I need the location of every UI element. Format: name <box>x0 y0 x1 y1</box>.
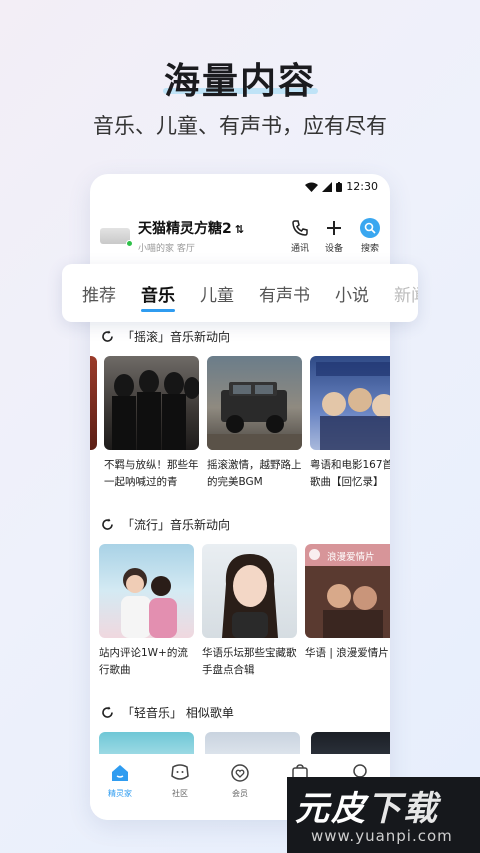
playlist-card[interactable]: 华语乐坛那些宝藏歌手盘点合辑 <box>202 544 297 679</box>
nav-label: 会员 <box>232 789 248 798</box>
album-art-collage <box>316 362 390 450</box>
band-photo <box>112 370 199 450</box>
tab-audiobook[interactable]: 有声书 <box>259 281 310 306</box>
refresh-icon <box>102 706 113 718</box>
section-header-pop[interactable]: 「流行」音乐新动向 <box>101 516 230 533</box>
community-icon <box>171 764 189 780</box>
signal-icon <box>322 181 333 192</box>
status-bar: 12:30 <box>305 180 378 193</box>
device-location: 小喵的家 客厅 <box>138 244 195 254</box>
playlist-card-partial[interactable] <box>205 732 300 756</box>
plus-icon <box>327 221 341 235</box>
section-title: 「轻音乐」 相似歌单 <box>122 706 234 720</box>
refresh-icon <box>102 330 113 342</box>
partial-card[interactable] <box>90 356 97 450</box>
tab-kids[interactable]: 儿童 <box>200 281 234 306</box>
card-caption: 摇滚激情，越野路上的完美BGM <box>207 459 302 488</box>
promo-headline: 海量内容 <box>163 61 316 102</box>
promo-subtitle: 音乐、儿童、有声书，应有尽有 <box>93 114 387 138</box>
tab-novel[interactable]: 小说 <box>335 281 369 306</box>
search-icon <box>360 218 380 238</box>
tab-music[interactable]: 音乐 <box>141 281 175 312</box>
search-label: 搜索 <box>360 244 379 254</box>
playlist-card[interactable]: 不羁与放纵！那些年一起呐喊过的青 <box>104 356 199 491</box>
playlist-card[interactable]: 摇滚激情，越野路上的完美BGM <box>207 356 302 491</box>
watermark-title: 元皮下载 <box>295 781 439 830</box>
card-caption: 华语 | 浪漫爱情片 <box>305 647 389 659</box>
tab-news[interactable]: 新闻 <box>394 281 418 306</box>
nav-home[interactable]: 精灵家 <box>100 762 140 820</box>
playlist-card[interactable]: 粤语和电影167首典歌曲【回忆录】 <box>310 356 390 491</box>
wifi-icon <box>305 182 319 192</box>
heart-icon <box>231 764 249 782</box>
cover-title: 浪漫爱情片 <box>327 552 375 563</box>
nav-membership[interactable]: 会员 <box>220 762 260 820</box>
nav-label: 社区 <box>172 789 188 798</box>
card-cover <box>202 544 297 638</box>
card-row-pop: 站内评论1W+的流行歌曲 华语乐坛那些宝藏歌手盘点合辑 浪漫爱情片 华语 | 浪… <box>90 544 390 684</box>
device-name: 天猫精灵方糖2 ⇅ <box>138 218 244 238</box>
refresh-icon <box>102 518 113 530</box>
card-caption: 不羁与放纵！那些年一起呐喊过的青 <box>104 459 199 488</box>
nav-label: 精灵家 <box>108 789 132 798</box>
movie-still <box>305 566 390 638</box>
home-icon <box>112 765 128 781</box>
card-cover <box>99 544 194 638</box>
section-header-light-music[interactable]: 「轻音乐」 相似歌单 <box>101 704 234 721</box>
singer-photo <box>222 554 278 638</box>
nav-community[interactable]: 社区 <box>160 762 200 820</box>
section-title: 「流行」音乐新动向 <box>122 518 231 532</box>
watermark-url: www.yuanpi.com <box>311 827 453 845</box>
speaker-icon <box>100 228 133 247</box>
card-cover <box>207 356 302 450</box>
card-cover: 浪漫爱情片 <box>305 544 390 638</box>
playlist-card[interactable]: 浪漫爱情片 华语 | 浪漫爱情片 <box>305 544 390 679</box>
battery-icon <box>336 181 343 192</box>
category-tabs: 推荐 音乐 儿童 有声书 小说 新闻 <box>62 264 418 322</box>
online-status-dot <box>126 240 133 247</box>
watermark-title-b: 下载 <box>367 789 439 829</box>
switch-device-icon[interactable]: ⇅ <box>235 223 244 236</box>
card-cover <box>90 356 97 450</box>
playlist-card-partial[interactable] <box>311 732 390 756</box>
avatar <box>309 549 320 560</box>
add-device-button[interactable]: 设备 <box>320 218 348 254</box>
card-row-rock: 不羁与放纵！那些年一起呐喊过的青 摇滚激情，越野路上的完美BGM 粤语和电影16… <box>90 356 390 496</box>
watermark-title-a: 元皮 <box>295 789 367 829</box>
card-caption: 华语乐坛那些宝藏歌手盘点合辑 <box>202 647 297 676</box>
section-header-rock[interactable]: 「摇滚」音乐新动向 <box>101 328 230 345</box>
search-button[interactable]: 搜索 <box>356 218 384 254</box>
section-title: 「摇滚」音乐新动向 <box>122 330 231 344</box>
suv-photo <box>207 382 302 450</box>
card-cover <box>104 356 199 450</box>
call-button-label: 通讯 <box>290 244 309 254</box>
phone-icon <box>292 220 308 236</box>
card-caption: 站内评论1W+的流行歌曲 <box>99 647 188 676</box>
add-device-label: 设备 <box>324 244 343 254</box>
card-cover <box>310 356 390 450</box>
card-caption: 粤语和电影167首典歌曲【回忆录】 <box>310 459 390 488</box>
watermark: 元皮下载 www.yuanpi.com <box>287 777 480 853</box>
device-name-label: 天猫精灵方糖2 <box>138 221 232 237</box>
playlist-card-partial[interactable] <box>99 732 194 756</box>
device-selector[interactable]: 天猫精灵方糖2 ⇅ 小喵的家 客厅 <box>100 218 244 254</box>
status-time: 12:30 <box>346 180 378 193</box>
call-button[interactable]: 通讯 <box>286 218 314 254</box>
tab-recommend[interactable]: 推荐 <box>82 281 116 306</box>
couple-photo <box>121 568 177 638</box>
playlist-card[interactable]: 站内评论1W+的流行歌曲 <box>99 544 194 679</box>
